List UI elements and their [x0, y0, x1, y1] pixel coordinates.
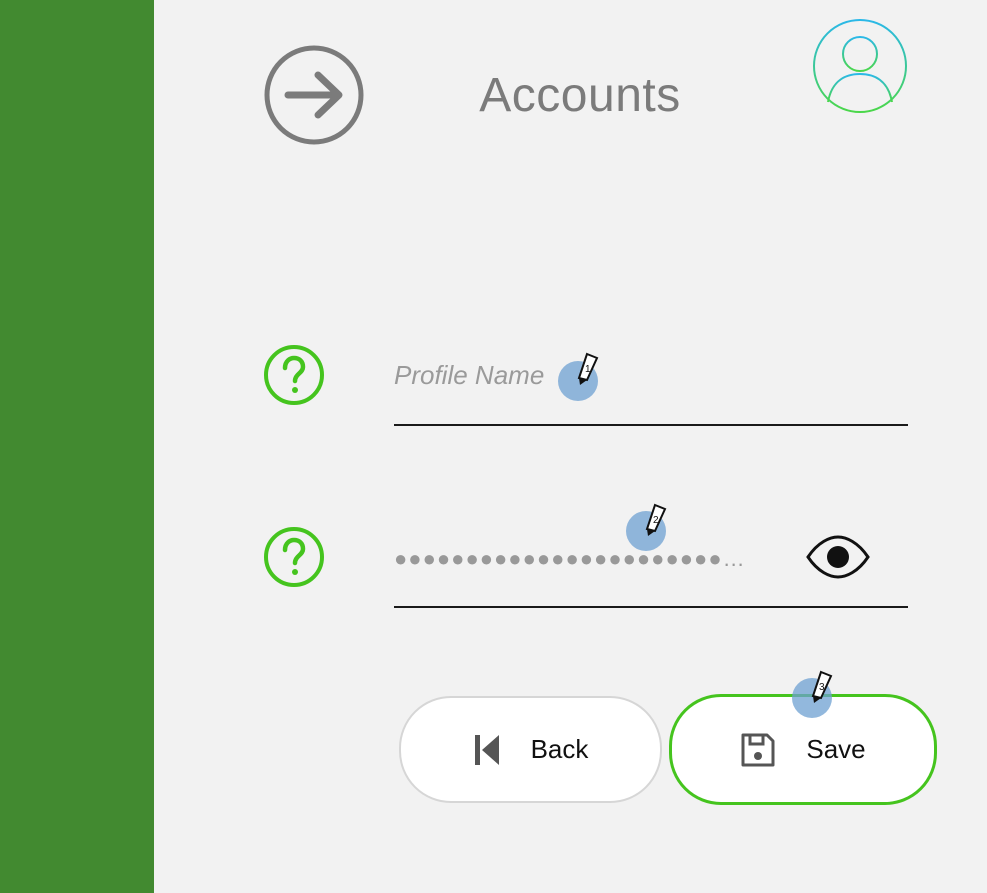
floppy-disk-icon — [741, 733, 775, 766]
back-button[interactable]: Back — [399, 696, 662, 803]
svg-text:2: 2 — [653, 515, 659, 526]
eye-icon[interactable] — [806, 534, 870, 580]
question-circle-icon[interactable] — [263, 526, 325, 588]
password-masked-value: ●●●●●●●●●●●●●●●●●●●●●●●… — [394, 546, 746, 571]
question-circle-icon[interactable] — [263, 344, 325, 406]
back-button-label: Back — [530, 734, 589, 764]
arrow-right-circle-icon[interactable] — [264, 45, 364, 145]
skip-back-icon — [474, 734, 499, 765]
user-avatar-icon[interactable] — [812, 18, 908, 114]
svg-text:3: 3 — [819, 682, 825, 693]
pencil-icon: 3 — [811, 670, 833, 703]
profile-name-input[interactable]: Profile Name — [394, 344, 908, 426]
pencil-icon: 2 — [645, 503, 667, 536]
profile-name-placeholder: Profile Name — [394, 360, 545, 390]
sidebar — [0, 0, 154, 893]
svg-text:1: 1 — [585, 364, 591, 375]
page-title: Accounts — [479, 69, 681, 122]
pencil-icon: 1 — [577, 352, 599, 385]
save-button-label: Save — [806, 734, 866, 764]
